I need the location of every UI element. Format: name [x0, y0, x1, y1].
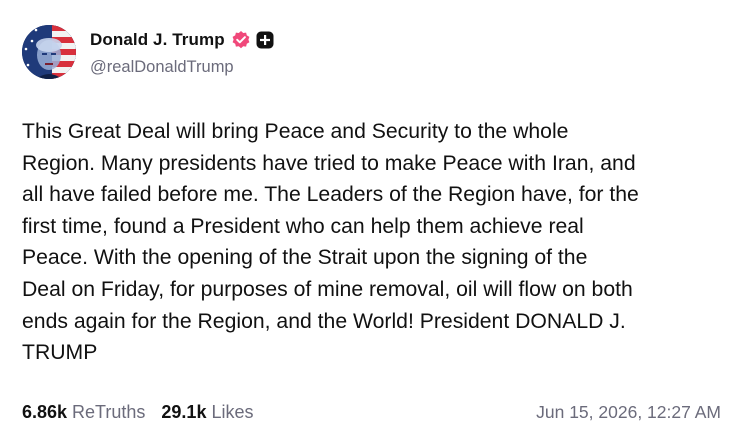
retruths-label: ReTruths [72, 402, 146, 422]
plus-square-icon[interactable] [256, 31, 274, 49]
author-names: Donald J. Trump @realDonaldTrump [90, 28, 274, 77]
post-header: Donald J. Trump @realDonaldTrump [22, 25, 274, 79]
avatar[interactable] [22, 25, 76, 79]
likes-label: Likes [211, 402, 254, 422]
retruths-stat[interactable]: 6.86k ReTruths [22, 402, 145, 423]
user-handle[interactable]: @realDonaldTrump [90, 58, 274, 77]
verified-badge-icon [231, 30, 251, 50]
likes-stat[interactable]: 29.1k Likes [161, 402, 253, 423]
name-row: Donald J. Trump [90, 28, 274, 52]
post-timestamp[interactable]: Jun 15, 2026, 12:27 AM [536, 402, 721, 423]
display-name[interactable]: Donald J. Trump [90, 30, 225, 50]
post-text: This Great Deal will bring Peace and Sec… [22, 120, 639, 365]
likes-count: 29.1k [161, 402, 207, 422]
retruths-count: 6.86k [22, 402, 68, 422]
post-footer: 6.86k ReTruths 29.1k Likes Jun 15, 2026,… [22, 402, 721, 423]
post-card: Donald J. Trump @realDonaldTrump This Gr… [0, 0, 743, 438]
